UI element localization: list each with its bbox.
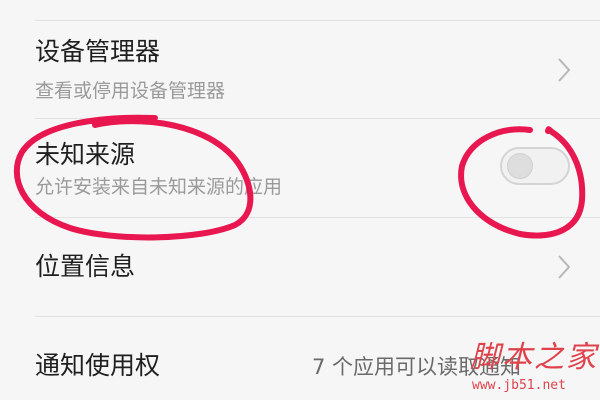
top-strip bbox=[0, 0, 600, 20]
watermark: 脚本之家 www.jb51.net bbox=[470, 340, 598, 398]
row-subtitle: 查看或停用设备管理器 bbox=[35, 80, 226, 102]
settings-row-unknown-sources[interactable]: 未知来源 允许安装来自未知来源的应用 bbox=[0, 119, 600, 217]
settings-row-device-admin[interactable]: 设备管理器 查看或停用设备管理器 bbox=[0, 21, 600, 118]
settings-row-location[interactable]: 位置信息 bbox=[0, 218, 600, 316]
unknown-sources-toggle[interactable] bbox=[500, 147, 570, 185]
toggle-knob bbox=[507, 153, 533, 179]
row-subtitle: 允许安装来自未知来源的应用 bbox=[35, 176, 283, 198]
row-title: 设备管理器 bbox=[35, 37, 161, 66]
row-title: 通知使用权 bbox=[35, 351, 161, 380]
watermark-name: 脚本之家 bbox=[470, 340, 598, 375]
chevron-right-icon bbox=[558, 255, 571, 279]
row-title: 未知来源 bbox=[35, 140, 136, 169]
row-title: 位置信息 bbox=[35, 252, 136, 281]
chevron-right-icon bbox=[558, 58, 571, 82]
watermark-url: www.jb51.net bbox=[472, 378, 566, 393]
